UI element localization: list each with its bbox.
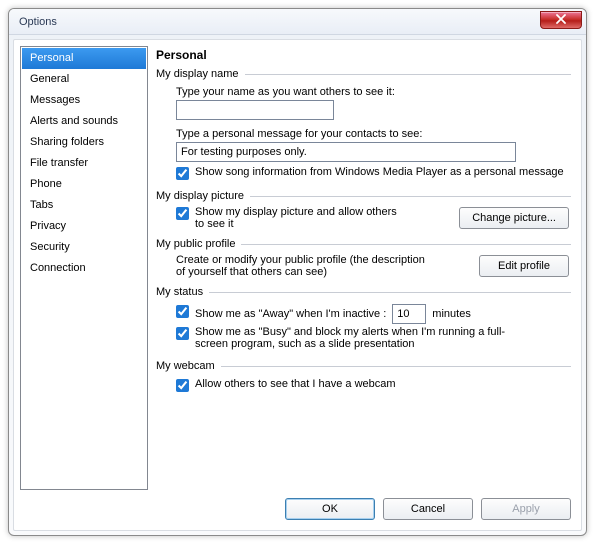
show-song-label: Show song information from Windows Media… [195, 166, 564, 178]
window-title: Options [19, 16, 57, 28]
group-legend-display-name: My display name [156, 68, 239, 80]
sidebar-item-general[interactable]: General [22, 69, 146, 90]
sidebar-item-phone[interactable]: Phone [22, 174, 146, 195]
group-display-name: My display name Type your name as you wa… [156, 68, 571, 184]
group-status: My status Show me as "Away" when I'm ina… [156, 286, 571, 354]
busy-checkbox[interactable]: Show me as "Busy" and block my alerts wh… [176, 326, 525, 350]
away-minutes-input[interactable] [392, 304, 426, 324]
away-label-pre: Show me as "Away" when I'm inactive : [195, 308, 386, 320]
dialog-footer: OK Cancel Apply [14, 490, 581, 530]
away-label-post: minutes [432, 308, 471, 320]
group-legend-status: My status [156, 286, 203, 298]
sidebar-item-tabs[interactable]: Tabs [22, 195, 146, 216]
main-area: Personal General Messages Alerts and sou… [14, 40, 581, 490]
options-window: Options Personal General Messages Alerts… [8, 8, 587, 536]
display-name-prompt: Type your name as you want others to see… [176, 86, 395, 98]
client-area: Personal General Messages Alerts and sou… [13, 39, 582, 531]
content-panel: Personal My display name Type your name … [154, 46, 575, 490]
group-legend-webcam: My webcam [156, 360, 215, 372]
close-button[interactable] [540, 11, 582, 29]
show-picture-label: Show my display picture and allow others… [195, 206, 405, 230]
apply-button[interactable]: Apply [481, 498, 571, 520]
group-legend-display-picture: My display picture [156, 190, 244, 202]
busy-label: Show me as "Busy" and block my alerts wh… [195, 326, 525, 350]
sidebar-item-connection[interactable]: Connection [22, 258, 146, 279]
page-title: Personal [156, 48, 571, 62]
sidebar-item-personal[interactable]: Personal [22, 48, 146, 69]
close-icon [556, 14, 566, 27]
group-webcam: My webcam Allow others to see that I hav… [156, 360, 571, 396]
titlebar: Options [9, 9, 586, 35]
group-public-profile: My public profile Create or modify your … [156, 238, 571, 280]
sidebar-item-sharing-folders[interactable]: Sharing folders [22, 132, 146, 153]
sidebar-item-security[interactable]: Security [22, 237, 146, 258]
display-name-input[interactable] [176, 100, 334, 120]
sidebar-item-messages[interactable]: Messages [22, 90, 146, 111]
group-display-picture: My display picture Show my display pictu… [156, 190, 571, 232]
away-checkbox[interactable]: Show me as "Away" when I'm inactive : mi… [176, 304, 471, 324]
change-picture-button[interactable]: Change picture... [459, 207, 569, 229]
sidebar-item-alerts-sounds[interactable]: Alerts and sounds [22, 111, 146, 132]
show-picture-checkbox[interactable]: Show my display picture and allow others… [176, 206, 449, 230]
personal-msg-prompt: Type a personal message for your contact… [176, 128, 422, 140]
webcam-checkbox[interactable]: Allow others to see that I have a webcam [176, 378, 396, 392]
group-legend-public-profile: My public profile [156, 238, 235, 250]
personal-msg-input[interactable] [176, 142, 516, 162]
category-list[interactable]: Personal General Messages Alerts and sou… [20, 46, 148, 490]
edit-profile-button[interactable]: Edit profile [479, 255, 569, 277]
sidebar-item-file-transfer[interactable]: File transfer [22, 153, 146, 174]
public-profile-desc: Create or modify your public profile (th… [176, 254, 426, 278]
ok-button[interactable]: OK [285, 498, 375, 520]
sidebar-item-privacy[interactable]: Privacy [22, 216, 146, 237]
webcam-label: Allow others to see that I have a webcam [195, 378, 396, 390]
show-song-checkbox[interactable]: Show song information from Windows Media… [176, 166, 564, 180]
cancel-button[interactable]: Cancel [383, 498, 473, 520]
